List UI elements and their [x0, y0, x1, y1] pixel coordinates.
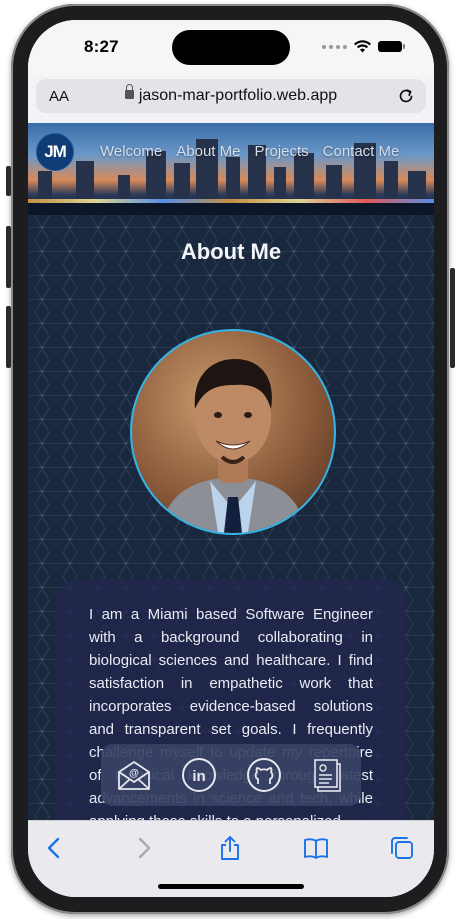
silent-switch: [6, 166, 11, 196]
back-icon[interactable]: [42, 835, 68, 861]
social-links-bar: @ in: [101, 744, 361, 806]
forward-icon[interactable]: [130, 835, 156, 861]
email-icon[interactable]: @: [116, 757, 152, 793]
cellular-signal-icon: [322, 44, 347, 49]
reload-icon[interactable]: [396, 86, 416, 106]
svg-text:in: in: [192, 768, 205, 785]
volume-up-button: [6, 226, 11, 288]
linkedin-icon[interactable]: in: [181, 757, 217, 793]
site-logo[interactable]: JM: [36, 133, 74, 171]
page-title: About Me: [180, 239, 282, 264]
battery-icon: [378, 41, 405, 52]
volume-down-button: [6, 306, 11, 368]
status-icons: [322, 40, 405, 53]
header-banner: JM Welcome About Me Projects Contact Me: [28, 123, 434, 215]
share-icon[interactable]: [217, 835, 243, 861]
status-bar: 8:27: [28, 20, 434, 76]
url-text: jason-mar-portfolio.web.app: [138, 87, 338, 104]
webpage: JM Welcome About Me Projects Contact Me …: [28, 123, 434, 820]
site-nav: Welcome About Me Projects Contact Me: [100, 143, 399, 160]
home-indicator[interactable]: [158, 884, 304, 889]
profile-photo: [130, 329, 336, 535]
dynamic-island: [172, 30, 290, 65]
address-bar[interactable]: AA jason-mar-portfolio.web.app: [36, 79, 426, 113]
resume-icon[interactable]: [311, 757, 347, 793]
status-time: 8:27: [84, 37, 119, 56]
github-icon[interactable]: [246, 757, 282, 793]
url-display[interactable]: jason-mar-portfolio.web.app: [36, 84, 426, 105]
bookmarks-icon[interactable]: [303, 835, 329, 861]
power-button: [450, 268, 455, 368]
svg-text:@: @: [129, 768, 139, 779]
phone-screen: 8:27 AA jason-mar-portfolio.web.app JM W…: [28, 20, 434, 897]
nav-about-me[interactable]: About Me: [176, 143, 240, 160]
about-section: About Me I am a Miami based Software Eng…: [28, 215, 434, 820]
nav-contact-me[interactable]: Contact Me: [323, 143, 400, 160]
lock-icon: [124, 84, 134, 99]
nav-welcome[interactable]: Welcome: [100, 143, 162, 160]
tabs-icon[interactable]: [389, 835, 415, 861]
wifi-icon: [354, 40, 371, 53]
nav-projects[interactable]: Projects: [254, 143, 308, 160]
